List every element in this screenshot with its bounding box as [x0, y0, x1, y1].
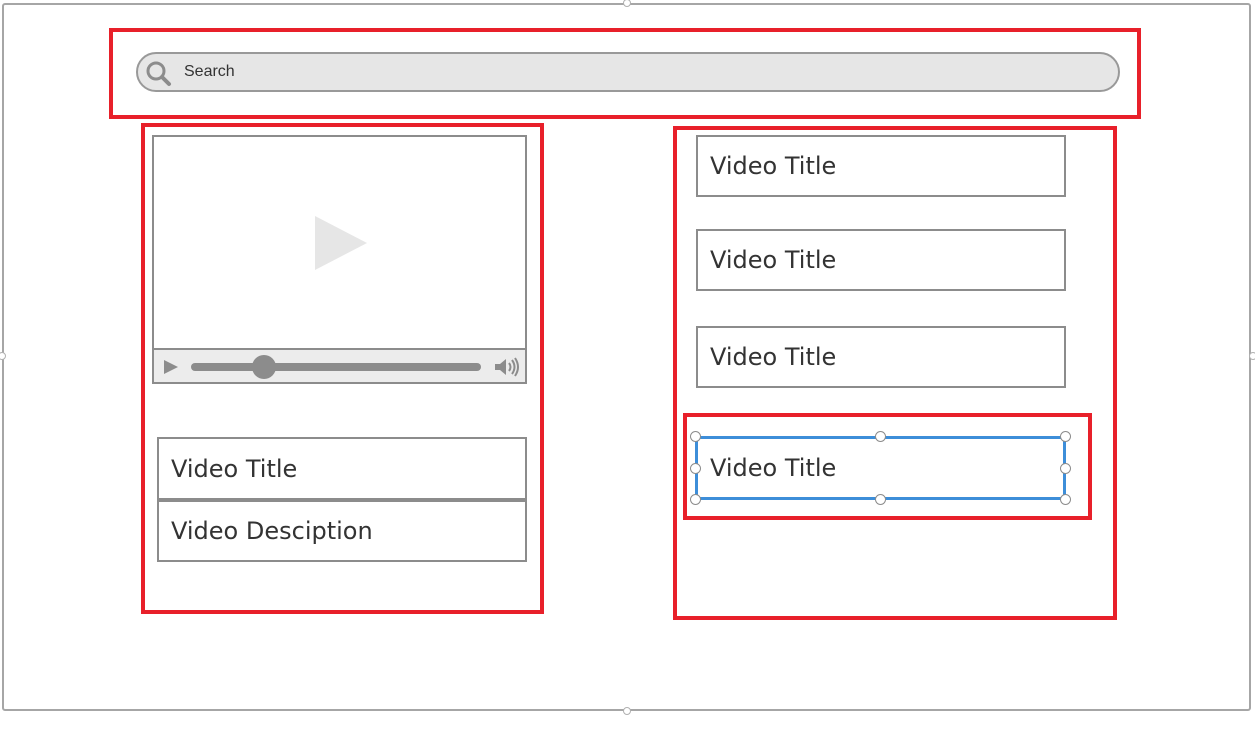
video-player[interactable] — [152, 135, 527, 384]
list-item-video-title[interactable]: Video Title — [696, 326, 1066, 388]
player-video-title: Video Title — [157, 437, 527, 500]
search-input[interactable]: Search — [136, 52, 1120, 92]
list-item-video-title[interactable]: Video Title — [696, 135, 1066, 197]
search-placeholder: Search — [184, 63, 235, 80]
seek-bar[interactable] — [191, 363, 481, 371]
player-controls — [154, 348, 525, 382]
player-video-description: Video Desciption — [157, 500, 527, 562]
list-item-video-title[interactable]: Video Title — [696, 229, 1066, 291]
selection-handle-middle-right[interactable] — [1060, 463, 1071, 474]
canvas-handle-right[interactable] — [1249, 352, 1255, 360]
selection-handle-bottom-middle[interactable] — [875, 494, 886, 505]
seek-thumb[interactable] — [251, 355, 276, 379]
selection-handle-top-left[interactable] — [690, 431, 701, 442]
canvas-handle-bottom[interactable] — [623, 707, 631, 715]
play-button-icon[interactable] — [162, 358, 180, 376]
search-icon — [146, 61, 171, 86]
play-icon[interactable] — [313, 216, 369, 272]
selection-handle-top-middle[interactable] — [875, 431, 886, 442]
selection-handle-bottom-left[interactable] — [690, 494, 701, 505]
selection-handle-middle-left[interactable] — [690, 463, 701, 474]
volume-icon[interactable] — [493, 356, 521, 378]
selection-handle-top-right[interactable] — [1060, 431, 1071, 442]
selection-handle-bottom-right[interactable] — [1060, 494, 1071, 505]
list-item-video-title-selected[interactable]: Video Title — [695, 436, 1066, 500]
